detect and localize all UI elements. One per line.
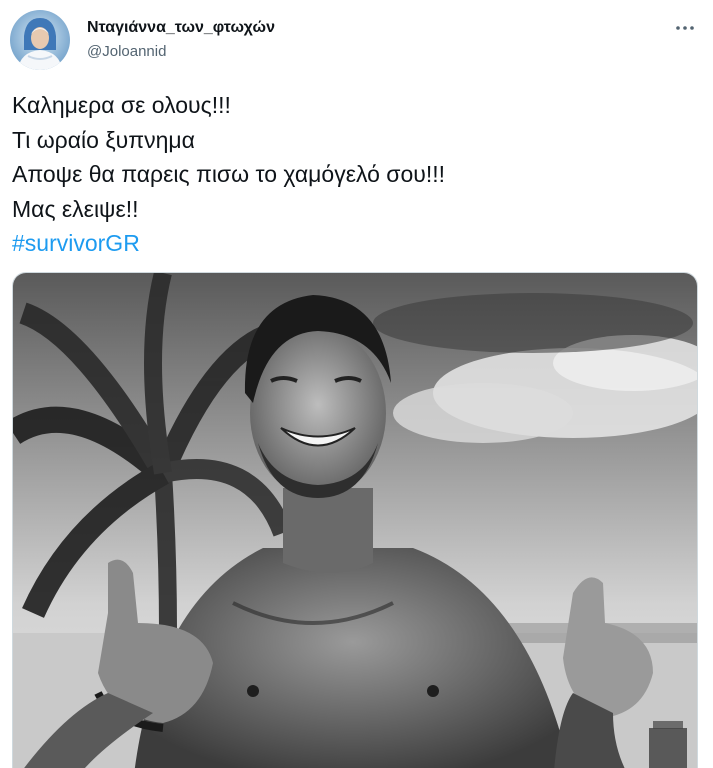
photo-image <box>13 273 697 768</box>
tweet-line: Αποψε θα παρεις πισω το χαμόγελό σου!!! <box>12 161 446 187</box>
user-handle[interactable]: @Joloannid <box>87 42 275 62</box>
avatar[interactable] <box>10 10 70 70</box>
tweet-photo[interactable] <box>12 272 698 768</box>
more-button[interactable] <box>673 16 697 40</box>
tweet-card: Νταγιάννα_των_φτωχών @Joloannid Καλημερα… <box>0 0 713 768</box>
tweet-line: Τι ωραίο ξυπνημα <box>12 126 195 153</box>
tweet-header: Νταγιάννα_των_φτωχών @Joloannid <box>10 10 701 70</box>
tweet-text: Καλημερα σε ολους!!! Τι ωραίο ξυπνημα Απ… <box>12 88 701 261</box>
user-block: Νταγιάννα_των_φτωχών @Joloannid <box>87 18 275 62</box>
tweet-line: Μας ελειψε!! <box>12 195 139 222</box>
tweet-line: Καλημερα σε ολους!!! <box>12 92 231 118</box>
avatar-image <box>10 10 70 70</box>
display-name[interactable]: Νταγιάννα_των_φτωχών <box>87 18 275 38</box>
more-dots-icon <box>676 26 694 30</box>
hashtag-link[interactable]: #survivorGR <box>12 226 701 261</box>
